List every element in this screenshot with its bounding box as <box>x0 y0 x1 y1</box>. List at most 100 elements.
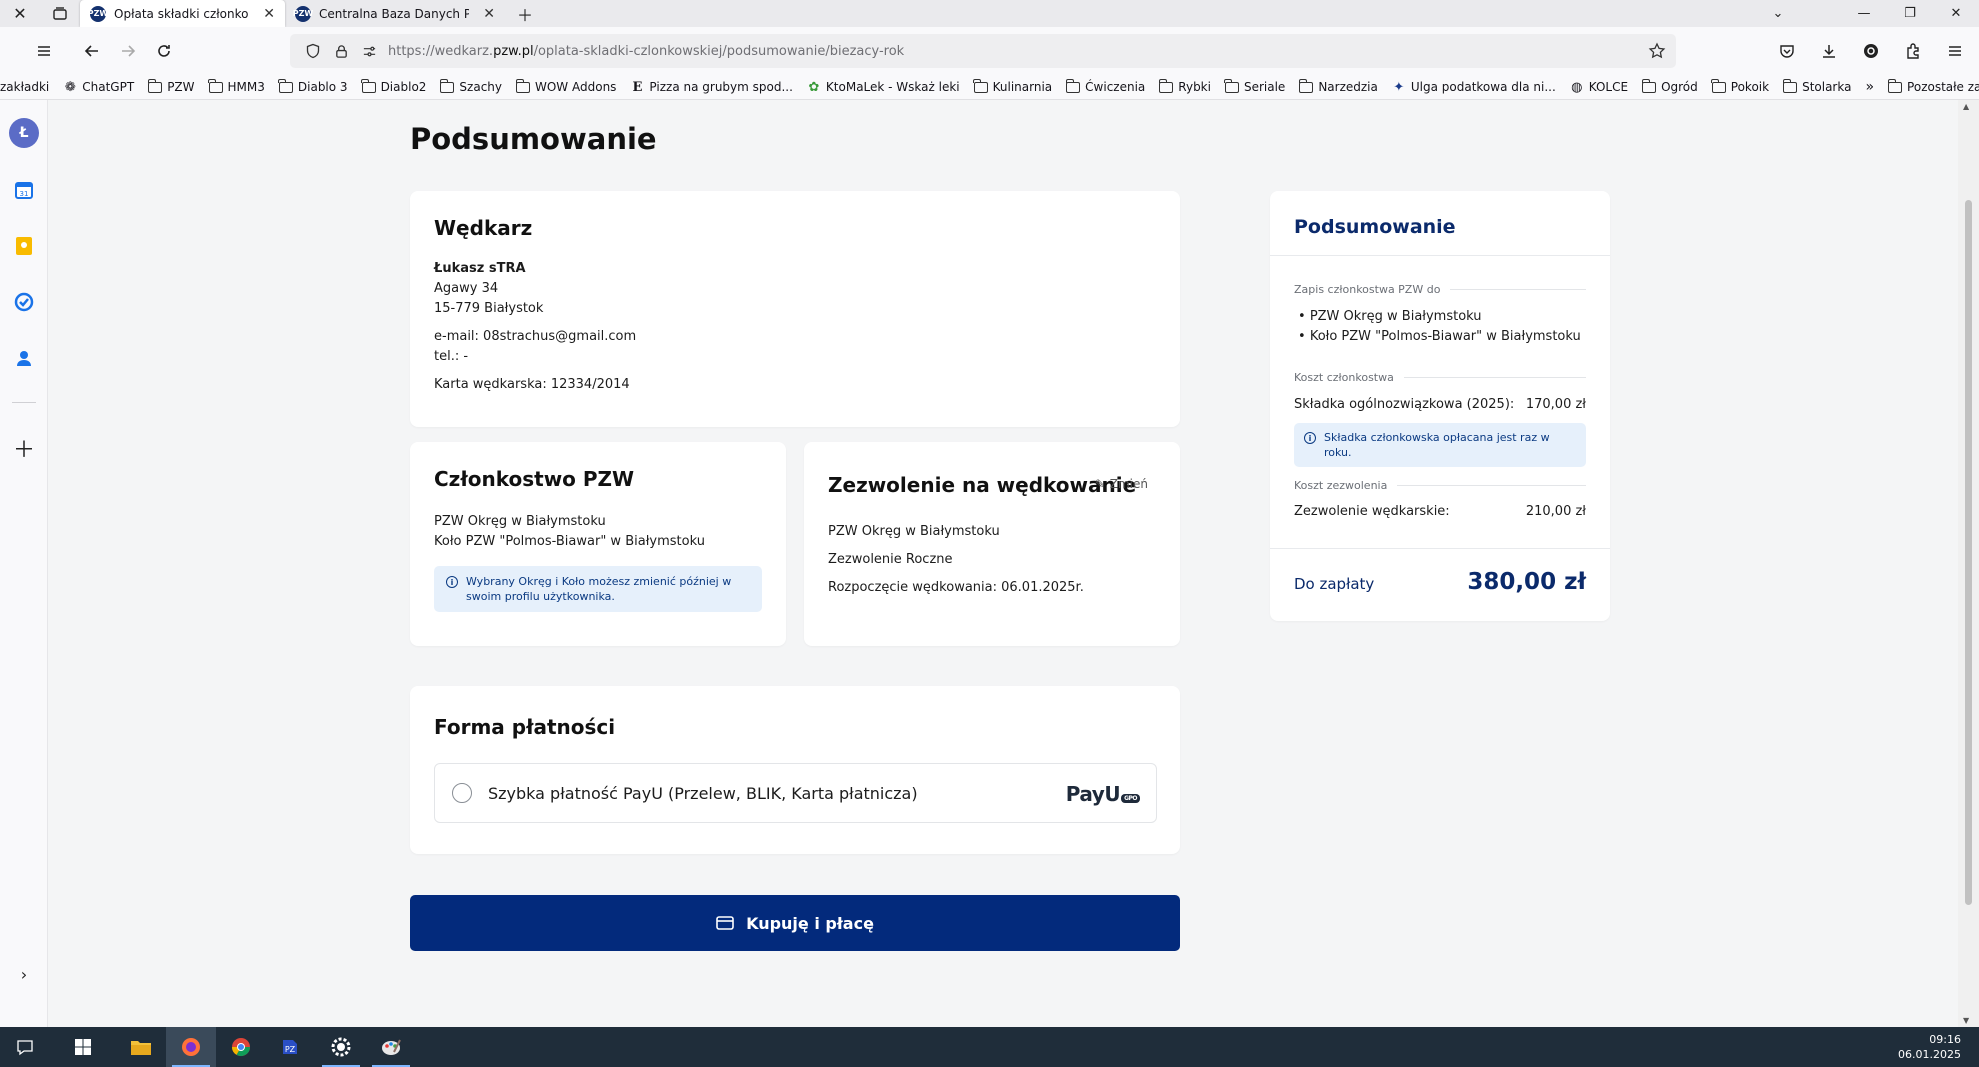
tab-close-icon[interactable]: ✕ <box>263 6 275 22</box>
bookmark-other[interactable]: Pozostałe zakładki <box>1881 75 1979 100</box>
summary-membership-item: • Koło PZW "Polmos-Biawar" w Białymstoku <box>1298 329 1581 344</box>
tab-list-chevron-icon[interactable]: ⌄ <box>1755 0 1801 27</box>
summary-membership-item: • PZW Okręg w Białymstoku <box>1298 309 1482 324</box>
payu-radio[interactable] <box>452 783 472 803</box>
add-icon[interactable]: ＋ <box>8 432 40 464</box>
bookmark-folder[interactable]: Seriale <box>1218 75 1292 100</box>
restore-icon[interactable]: ❐ <box>1887 0 1933 27</box>
summary-fee-row: Składka ogólnozwiązkowa (2025): 170,00 z… <box>1294 397 1586 412</box>
settings-gear-icon[interactable] <box>316 1027 366 1067</box>
action-center-icon[interactable] <box>0 1027 50 1067</box>
bookmark-item[interactable]: zakładki <box>0 75 56 100</box>
angler-name: Łukasz sTRA <box>434 261 526 276</box>
tasks-icon[interactable] <box>8 286 40 318</box>
payment-heading: Forma płatności <box>434 715 616 739</box>
url-bar[interactable]: https://wedkarz.pzw.pl/oplata-skladki-cz… <box>290 34 1676 68</box>
back-icon[interactable] <box>74 35 110 67</box>
contacts-icon[interactable] <box>8 342 40 374</box>
forward-icon[interactable] <box>110 35 146 67</box>
summary-divider <box>1270 548 1610 549</box>
sidebar-toggle-icon[interactable] <box>0 35 10 67</box>
total-value: 380,00 zł <box>1467 569 1586 595</box>
clock-date: 06.01.2025 <box>1898 1048 1961 1061</box>
page-content: Podsumowanie Wędkarz Łukasz sTRA Agawy 3… <box>48 100 1958 1027</box>
permit-cost-label: Zezwolenie wędkarskie: <box>1294 504 1450 519</box>
bookmark-chatgpt[interactable]: ❁ ChatGPT <box>56 75 141 100</box>
bookmark-folder[interactable]: Pokoik <box>1705 75 1776 100</box>
buy-and-pay-button[interactable]: Kupuję i płacę <box>410 895 1180 951</box>
download-icon[interactable] <box>1811 35 1847 67</box>
payment-option-payu[interactable]: Szybka płatność PayU (Przelew, BLIK, Kar… <box>434 763 1157 823</box>
keep-notes-icon[interactable] <box>8 230 40 262</box>
angler-city: 15-779 Białystok <box>434 301 544 316</box>
bookmark-folder[interactable]: Ćwiczenia <box>1059 75 1152 100</box>
close-icon[interactable]: ✕ <box>0 0 40 27</box>
permissions-icon[interactable] <box>360 42 378 60</box>
permit-cost-value: 210,00 zł <box>1525 504 1586 519</box>
bookmark-folder[interactable]: Stolarka <box>1776 75 1858 100</box>
bookmark-folder[interactable]: Diablo2 <box>355 75 434 100</box>
scroll-down-icon[interactable]: ▼ <box>1963 1016 1969 1025</box>
reload-icon[interactable] <box>146 35 182 67</box>
system-clock[interactable]: 09:16 06.01.2025 <box>1898 1032 1961 1062</box>
minimize-icon[interactable]: — <box>1841 0 1887 27</box>
bookmark-kolce[interactable]: ◍ KOLCE <box>1563 75 1635 100</box>
chevron-right-icon[interactable]: › <box>8 958 40 990</box>
tab-close-icon[interactable]: ✕ <box>483 6 495 22</box>
account-icon[interactable] <box>1853 35 1889 67</box>
bookmark-folder[interactable]: Rybki <box>1152 75 1218 100</box>
window-close-icon[interactable]: ✕ <box>1933 0 1979 27</box>
file-explorer-icon[interactable] <box>116 1027 166 1067</box>
tab-centralna-baza[interactable]: PZW Centralna Baza Danych PZW ✕ <box>285 0 505 27</box>
paint-icon[interactable] <box>366 1027 416 1067</box>
folder-icon <box>1641 78 1657 93</box>
app-blue-icon[interactable]: PZ <box>266 1027 316 1067</box>
shield-icon[interactable] <box>304 42 322 60</box>
membership-district: PZW Okręg w Białymstoku <box>434 514 606 529</box>
membership-heading: Członkostwo PZW <box>434 467 635 491</box>
tab-overview-icon[interactable] <box>40 0 80 27</box>
bookmark-ulga[interactable]: ✦ Ulga podatkowa dla ni... <box>1385 75 1563 100</box>
bookmark-folder[interactable]: Diablo 3 <box>272 75 355 100</box>
sidebar-profile[interactable]: Ł <box>8 117 40 149</box>
bookmark-folder[interactable]: HMM3 <box>202 75 272 100</box>
lock-icon[interactable] <box>332 42 350 60</box>
bookmark-folder[interactable]: WOW Addons <box>509 75 623 100</box>
payu-logo: PayU GPO <box>1066 782 1140 806</box>
permit-card: Zezwolenie na wędkowanie ✎ Zmień PZW Okr… <box>804 442 1180 646</box>
calendar-icon[interactable]: 31 <box>8 174 40 206</box>
url-text[interactable]: https://wedkarz.pzw.pl/oplata-skladki-cz… <box>388 44 904 59</box>
pzw-favicon: PZW <box>293 5 313 22</box>
app-menu-icon[interactable] <box>1937 35 1973 67</box>
summary-heading: Podsumowanie <box>1294 216 1456 238</box>
pocket-icon[interactable] <box>1769 35 1805 67</box>
new-tab-icon[interactable]: ＋ <box>505 0 545 27</box>
summary-permit-row: Zezwolenie wędkarskie: 210,00 zł <box>1294 504 1586 519</box>
extensions-icon[interactable] <box>1895 35 1931 67</box>
menu-icon[interactable] <box>26 35 62 67</box>
windows-start-icon[interactable] <box>58 1027 108 1067</box>
membership-info-box: i Wybrany Okręg i Koło możesz zmienić pó… <box>434 566 762 612</box>
pencil-icon: ✎ <box>1094 477 1105 491</box>
bookmark-folder[interactable]: PZW <box>141 75 201 100</box>
bookmark-star-icon[interactable] <box>1648 42 1666 60</box>
permit-heading: Zezwolenie na wędkowanie <box>828 473 1137 497</box>
chrome-icon[interactable] <box>216 1027 266 1067</box>
info-icon: i <box>1304 432 1316 444</box>
permit-edit-link[interactable]: ✎ Zmień <box>1095 477 1148 491</box>
page-scrollbar[interactable]: ▲ ▼ <box>1958 100 1979 1027</box>
scrollbar-thumb[interactable] <box>1965 200 1972 905</box>
firefox-icon[interactable] <box>166 1027 216 1067</box>
bookmark-ktomalek[interactable]: ✿ KtoMaLek - Wskaż leki <box>800 75 967 100</box>
scroll-up-icon[interactable]: ▲ <box>1963 102 1969 111</box>
bookmark-folder[interactable]: Narzedzia <box>1292 75 1385 100</box>
permit-type: Zezwolenie Roczne <box>828 552 953 567</box>
bookmarks-overflow-icon[interactable]: » <box>1858 75 1881 100</box>
bookmark-folder[interactable]: Szachy <box>433 75 509 100</box>
bookmark-folder[interactable]: Kulinarnia <box>967 75 1060 100</box>
angler-card-number: Karta wędkarska: 12334/2014 <box>434 377 630 392</box>
bookmark-folder[interactable]: Ogród <box>1635 75 1705 100</box>
pill-icon: ✿ <box>808 79 820 95</box>
bookmark-pizza[interactable]: E Pizza na grubym spod... <box>623 75 800 100</box>
tab-oplata[interactable]: PZW Opłata składki członkowskiej C ✕ <box>80 0 285 27</box>
